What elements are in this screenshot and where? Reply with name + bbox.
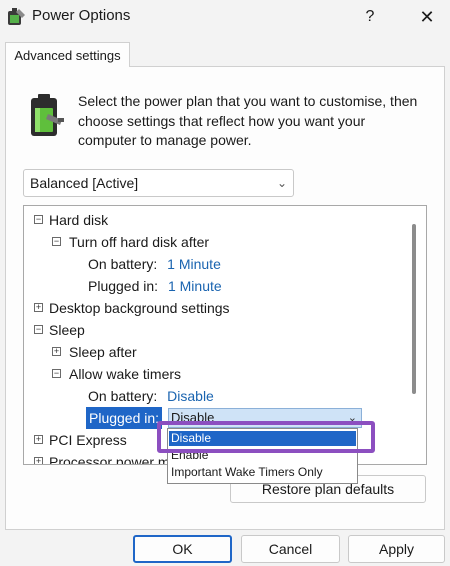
collapse-icon[interactable]: − [52, 237, 61, 246]
expand-icon[interactable]: + [34, 457, 43, 464]
tree-scrollbar[interactable] [412, 224, 416, 394]
tree-item-label: Allow wake timers [69, 366, 182, 382]
collapse-icon[interactable]: − [34, 325, 43, 334]
tree-item-label: Sleep after [69, 344, 137, 360]
setting-value-link[interactable]: 1 Minute [167, 256, 221, 272]
setting-label-selected: Plugged in: [86, 407, 163, 429]
power-plan-select[interactable]: Balanced [Active] ⌄ [23, 169, 294, 197]
tree-item-label: Hard disk [49, 212, 109, 228]
collapse-icon[interactable]: − [34, 215, 43, 224]
tree-item-hd-plugged-in[interactable]: Plugged in: 1 Minute [88, 275, 222, 297]
tree-item-label: Desktop background settings [49, 300, 230, 316]
setting-value-link[interactable]: 1 Minute [168, 278, 222, 294]
annotation-highlight-box [157, 421, 375, 453]
tree-item-pci-express[interactable]: + PCI Express [34, 429, 127, 451]
power-plan-select-value: Balanced [Active] [30, 175, 139, 191]
tab-advanced-settings[interactable]: Advanced settings [5, 42, 130, 67]
tree-item-sleep-after[interactable]: + Sleep after [52, 341, 137, 363]
setting-value-link[interactable]: Disable [167, 388, 214, 404]
setting-label: On battery: [88, 388, 158, 404]
dropdown-option-important-wake-timers[interactable]: Important Wake Timers Only [169, 465, 356, 480]
tree-item-allow-wake-timers[interactable]: − Allow wake timers [52, 363, 181, 385]
tree-item-hard-disk[interactable]: − Hard disk [34, 209, 108, 231]
window-title: Power Options [32, 7, 131, 24]
apply-button[interactable]: Apply [348, 535, 445, 563]
tree-item-label: PCI Express [49, 432, 127, 448]
tree-item-desktop-background[interactable]: + Desktop background settings [34, 297, 230, 319]
tree-item-processor-power[interactable]: + Processor power m [34, 451, 170, 465]
tree-item-label: Turn off hard disk after [69, 234, 210, 250]
tree-item-wt-on-battery[interactable]: On battery: Disable [88, 385, 214, 407]
help-button[interactable]: ? [356, 4, 384, 30]
setting-label: On battery: [88, 256, 158, 272]
expand-icon[interactable]: + [52, 347, 61, 356]
tree-item-sleep[interactable]: − Sleep [34, 319, 85, 341]
description-text: Select the power plan that you want to c… [78, 93, 418, 148]
tree-item-label: Processor power m [49, 454, 170, 465]
collapse-icon[interactable]: − [52, 369, 61, 378]
close-button[interactable]: ✕ [410, 4, 444, 30]
battery-icon [28, 92, 66, 138]
chevron-down-icon: ⌄ [276, 176, 287, 190]
ok-button[interactable]: OK [133, 535, 232, 563]
setting-label: Plugged in: [88, 278, 159, 294]
tree-item-label: Sleep [49, 322, 85, 338]
cancel-button[interactable]: Cancel [241, 535, 340, 563]
expand-icon[interactable]: + [34, 435, 43, 444]
tree-item-turn-off-hard-disk[interactable]: − Turn off hard disk after [52, 231, 209, 253]
power-options-icon [5, 6, 27, 28]
expand-icon[interactable]: + [34, 303, 43, 312]
tree-item-hd-on-battery[interactable]: On battery: 1 Minute [88, 253, 221, 275]
